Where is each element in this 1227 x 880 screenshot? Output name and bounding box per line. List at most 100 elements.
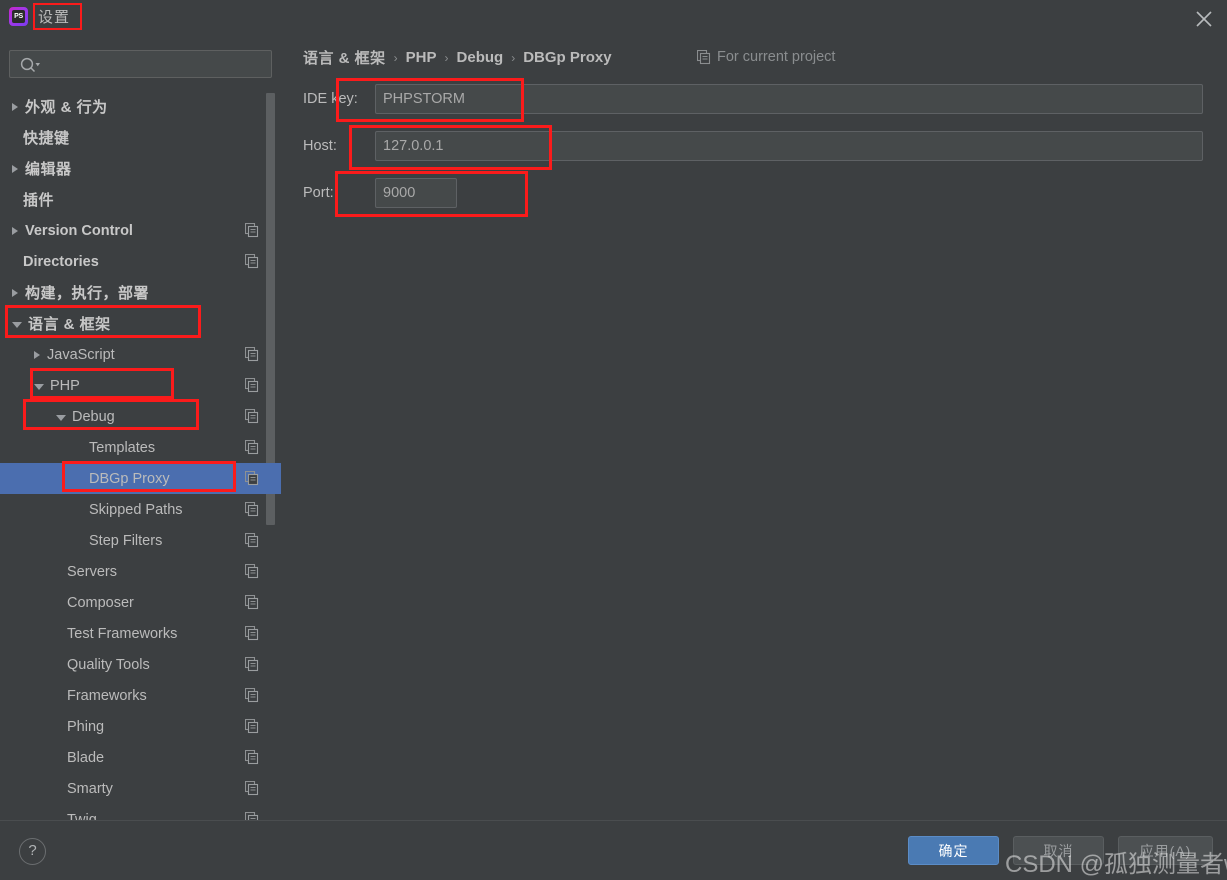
search-box[interactable] <box>9 50 272 78</box>
chevron-down-icon[interactable] <box>12 321 22 328</box>
sidebar-item-[interactable]: 快捷键 <box>0 122 281 153</box>
sidebar-item-label: 快捷键 <box>23 130 70 147</box>
sidebar-item-phing[interactable]: Phing <box>0 711 281 742</box>
sidebar-item-smarty[interactable]: Smarty <box>0 773 281 804</box>
breadcrumb: 语言 & 框架 › PHP › Debug › DBGp Proxy <box>303 47 612 68</box>
search-icon <box>19 56 41 74</box>
breadcrumb-item-2[interactable]: PHP <box>406 49 437 66</box>
field-label-2: Host: <box>303 138 337 154</box>
sidebar-item-label: 编辑器 <box>25 161 72 178</box>
phpstorm-logo-text: PS <box>12 10 25 23</box>
sidebar-item-label: Test Frameworks <box>67 625 178 642</box>
copy-icon[interactable] <box>244 811 259 820</box>
field-label-1: IDE key: <box>303 91 358 107</box>
sidebar-item-[interactable]: 插件 <box>0 184 281 215</box>
help-icon[interactable]: ? <box>19 838 46 865</box>
copy-icon[interactable] <box>244 780 259 796</box>
sidebar-item-skipped-paths[interactable]: Skipped Paths <box>0 494 281 525</box>
phpstorm-logo-icon: PS <box>9 7 28 26</box>
scope-label: For current project <box>717 49 836 65</box>
sidebar-item-quality-tools[interactable]: Quality Tools <box>0 649 281 680</box>
sidebar-item-label: Smarty <box>67 780 113 797</box>
breadcrumb-separator: › <box>393 50 398 65</box>
copy-icon[interactable] <box>244 501 259 517</box>
sidebar-item-label: Version Control <box>25 222 133 239</box>
copy-icon[interactable] <box>244 346 259 362</box>
chevron-right-icon[interactable] <box>12 288 18 297</box>
copy-icon[interactable] <box>244 687 259 703</box>
copy-icon[interactable] <box>244 749 259 765</box>
sidebar-item-templates[interactable]: Templates <box>0 432 281 463</box>
copy-icon[interactable] <box>244 656 259 672</box>
close-icon[interactable] <box>1193 8 1215 30</box>
copy-icon[interactable] <box>244 222 259 238</box>
sidebar-item-label: Twig <box>67 811 97 821</box>
breadcrumb-item-1[interactable]: 语言 & 框架 <box>303 47 386 68</box>
chevron-down-icon[interactable] <box>34 383 44 390</box>
sidebar-item-servers[interactable]: Servers <box>0 556 281 587</box>
copy-icon[interactable] <box>244 470 259 486</box>
sidebar-item-label: Templates <box>89 439 156 456</box>
sidebar-item-[interactable]: 编辑器 <box>0 153 281 184</box>
apply-button[interactable]: 应用(A) <box>1118 836 1213 865</box>
copy-icon[interactable] <box>244 563 259 579</box>
sidebar-item-label: 语言 & 框架 <box>28 316 111 333</box>
settings-sidebar: 外观 & 行为 快捷键编辑器插件 Version Control Directorie… <box>0 33 281 820</box>
sidebar-item-[interactable]: 语言 & 框架 <box>0 308 281 339</box>
breadcrumb-item-3[interactable]: Debug <box>457 49 504 66</box>
sidebar-item-label: Step Filters <box>89 532 163 549</box>
sidebar-item-label: JavaScript <box>47 346 115 363</box>
scope-indicator: For current project <box>696 49 836 65</box>
copy-icon[interactable] <box>244 439 259 455</box>
cancel-button[interactable]: 取消 <box>1013 836 1104 865</box>
sidebar-item-label: 外观 & 行为 <box>25 99 108 116</box>
chevron-right-icon[interactable] <box>34 350 40 359</box>
sidebar-item-label: DBGp Proxy <box>89 470 170 487</box>
sidebar-item-step-filters[interactable]: Step Filters <box>0 525 281 556</box>
sidebar-item-[interactable]: 构建，执行，部署 <box>0 277 281 308</box>
copy-icon <box>696 49 711 65</box>
chevron-right-icon[interactable] <box>12 102 18 111</box>
field-input-1[interactable] <box>375 84 1203 114</box>
sidebar-item-label: 构建，执行，部署 <box>25 285 150 302</box>
breadcrumb-separator: › <box>444 50 449 65</box>
sidebar-item-javascript[interactable]: JavaScript <box>0 339 281 370</box>
copy-icon[interactable] <box>244 253 259 269</box>
title-bar: PS 设置 <box>0 0 1227 33</box>
sidebar-item-label: Phing <box>67 718 105 735</box>
field-input-3[interactable] <box>375 178 457 208</box>
chevron-down-icon[interactable] <box>56 414 66 421</box>
window-title: 设置 <box>38 9 71 26</box>
sidebar-item-test-frameworks[interactable]: Test Frameworks <box>0 618 281 649</box>
sidebar-item-directories[interactable]: Directories <box>0 246 281 277</box>
sidebar-item-php[interactable]: PHP <box>0 370 281 401</box>
sidebar-item-label: Composer <box>67 594 134 611</box>
sidebar-item-dbgp-proxy[interactable]: DBGp Proxy <box>0 463 281 494</box>
sidebar-item-version-control[interactable]: Version Control <box>0 215 281 246</box>
sidebar-item-blade[interactable]: Blade <box>0 742 281 773</box>
ok-button[interactable]: 确定 <box>908 836 999 865</box>
copy-icon[interactable] <box>244 408 259 424</box>
breadcrumb-item-4[interactable]: DBGp Proxy <box>523 49 611 66</box>
sidebar-item-label: 插件 <box>23 192 55 209</box>
sidebar-item-composer[interactable]: Composer <box>0 587 281 618</box>
content-pane: 语言 & 框架 › PHP › Debug › DBGp Proxy For current… <box>281 33 1227 820</box>
field-input-2[interactable] <box>375 131 1203 161</box>
sidebar-item-frameworks[interactable]: Frameworks <box>0 680 281 711</box>
settings-dialog: PS 设置 外观 & 行为 快捷键 编辑器 插件 Version Control… <box>0 0 1227 880</box>
copy-icon[interactable] <box>244 377 259 393</box>
copy-icon[interactable] <box>244 594 259 610</box>
copy-icon[interactable] <box>244 625 259 641</box>
sidebar-item-debug[interactable]: Debug <box>0 401 281 432</box>
chevron-right-icon[interactable] <box>12 164 18 173</box>
search-input[interactable] <box>46 51 268 77</box>
copy-icon[interactable] <box>244 532 259 548</box>
sidebar-item-twig[interactable]: Twig <box>0 804 281 820</box>
sidebar-item-label: Debug <box>72 408 115 425</box>
copy-icon[interactable] <box>244 718 259 734</box>
sidebar-item-label: Frameworks <box>67 687 147 704</box>
sidebar-item-label: Servers <box>67 563 117 580</box>
sidebar-item-label: Skipped Paths <box>89 501 183 518</box>
sidebar-item-[interactable]: 外观 & 行为 <box>0 91 281 122</box>
chevron-right-icon[interactable] <box>12 226 18 235</box>
